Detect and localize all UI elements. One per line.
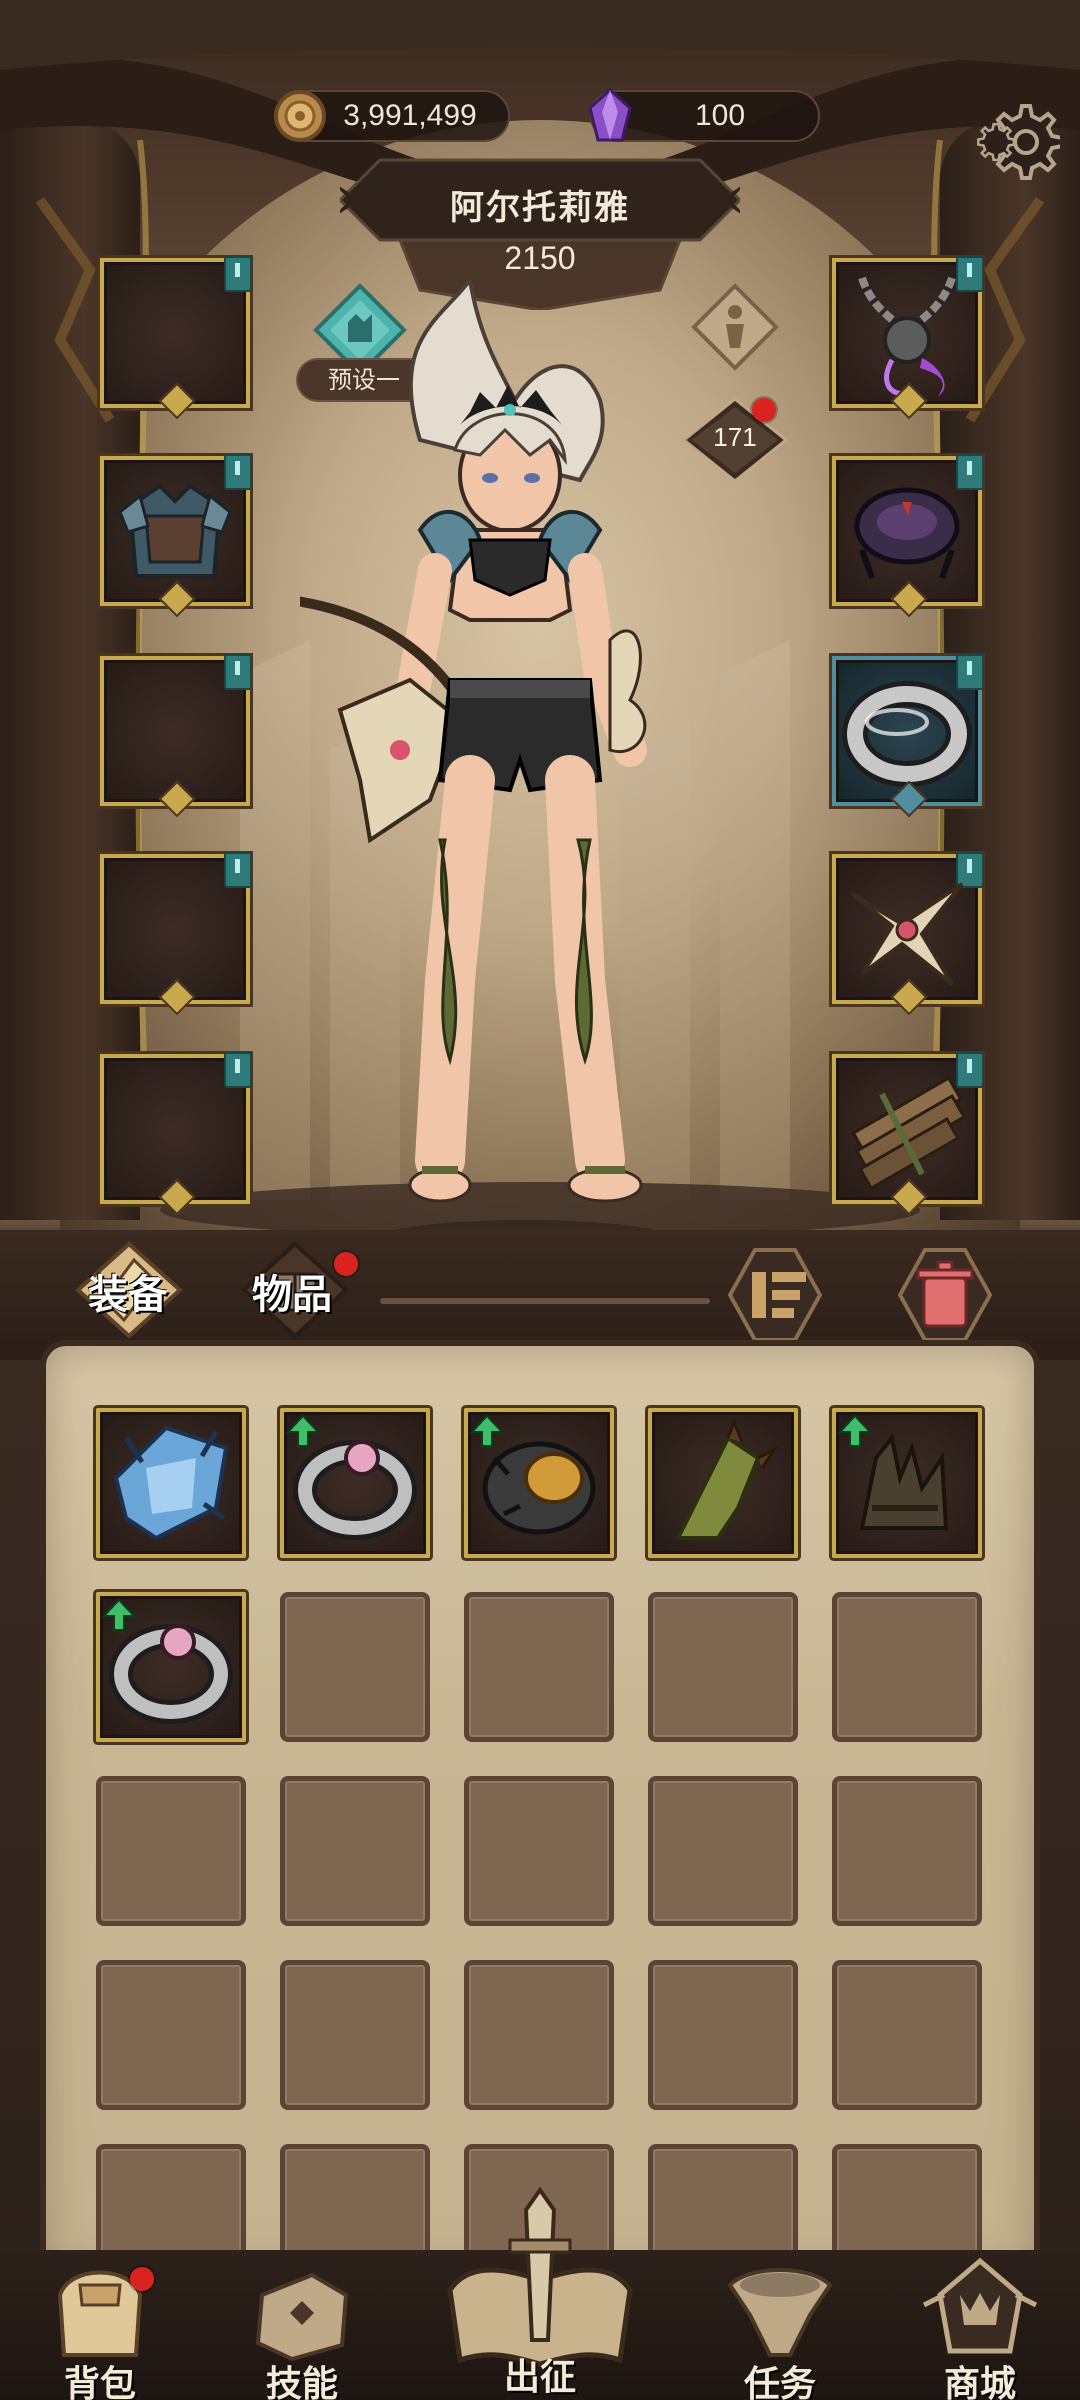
equip-slot-right-3[interactable] <box>832 654 984 806</box>
settings-gear-icon[interactable] <box>976 100 1060 184</box>
equip-slot-right-4[interactable] <box>832 852 984 1004</box>
equip-slot-left-4[interactable] <box>100 852 252 1004</box>
hero-name: 阿尔托莉雅 <box>450 188 630 228</box>
level-notification-dot <box>752 398 776 422</box>
nav-shop[interactable]: 商城 <box>900 2255 1060 2400</box>
equip-slot-left-2[interactable] <box>100 454 252 606</box>
gem-counter[interactable]: 100 <box>588 87 820 142</box>
equip-slot-right-1[interactable] <box>832 256 984 408</box>
dark-bracer-icon <box>854 487 960 580</box>
empty-inventory-slot[interactable] <box>280 1592 430 1742</box>
tab-divider <box>380 1298 710 1304</box>
upgrade-arrow-icon <box>102 1598 136 1631</box>
upgrade-arrow-icon <box>838 1414 872 1447</box>
nav-bag[interactable]: 背包 <box>20 2255 180 2400</box>
shop-crown-icon <box>922 2257 1038 2354</box>
chest-armor-icon <box>118 483 232 578</box>
equip-slot-left-5[interactable] <box>100 1052 252 1204</box>
upgrade-arrow-icon <box>286 1414 320 1447</box>
quest-scroll-icon <box>727 2268 833 2357</box>
skill-book-icon <box>255 2272 349 2362</box>
tab-items[interactable]: 物品 <box>252 1262 332 1320</box>
bag-notification-dot <box>130 2267 154 2291</box>
thorny-vine-gauntlet-icon <box>674 1418 779 1540</box>
discard-button-icon[interactable] <box>880 1240 1010 1350</box>
items-notification-dot <box>334 1252 358 1276</box>
empty-inventory-slot[interactable] <box>648 1776 798 1926</box>
empty-inventory-slot[interactable] <box>464 1960 614 2110</box>
slot-tag-icon <box>224 654 252 690</box>
inventory-panel <box>40 1340 1040 2280</box>
chain-amulet-icon <box>858 276 956 397</box>
gold-coin-icon <box>274 90 326 142</box>
slot-tag-icon <box>224 1052 252 1088</box>
nav-shop-label: 商城 <box>943 2364 1016 2400</box>
hero-power: 2150 <box>504 240 576 276</box>
empty-inventory-slot[interactable] <box>832 1776 982 1926</box>
nav-skills[interactable]: 技能 <box>222 2255 382 2400</box>
empty-inventory-slot[interactable] <box>464 1592 614 1742</box>
equip-slot-right-5[interactable] <box>832 1052 984 1204</box>
nav-quests-label: 任务 <box>743 2364 816 2400</box>
empty-inventory-slot[interactable] <box>280 1960 430 2110</box>
empty-inventory-slot[interactable] <box>96 1776 246 1926</box>
inventory-slot[interactable] <box>832 1408 982 1558</box>
nav-expedition-label: 出征 <box>503 2357 576 2398</box>
equip-slot-left-1[interactable] <box>100 256 252 408</box>
empty-inventory-slot[interactable] <box>648 1960 798 2110</box>
sort-button-icon[interactable] <box>710 1240 840 1350</box>
nav-skills-label: 技能 <box>265 2364 338 2400</box>
equip-slot-right-2[interactable] <box>832 454 984 606</box>
hero-character-portrait <box>300 280 675 1260</box>
slot-tag-icon <box>224 852 252 888</box>
bound-planks-icon <box>851 1076 967 1191</box>
slot-tag-icon <box>224 256 252 292</box>
silver-ring-icon <box>842 681 972 787</box>
inventory-slot[interactable] <box>280 1408 430 1558</box>
upgrade-arrow-icon <box>470 1414 504 1447</box>
ornate-crossguard-icon <box>850 882 964 986</box>
empty-inventory-slot[interactable] <box>832 1592 982 1742</box>
game-screen: 3,991,499 100 阿尔托莉雅 2150 预设一 171 装备 物品 背… <box>0 0 1080 2400</box>
gold-counter[interactable]: 3,991,499 <box>274 90 510 142</box>
equip-slot-left-3[interactable] <box>100 654 252 806</box>
empty-inventory-slot[interactable] <box>96 1960 246 2110</box>
tab-equipment[interactable]: 装备 <box>88 1262 168 1320</box>
nav-bag-label: 背包 <box>63 2364 136 2400</box>
inventory-slot[interactable] <box>648 1408 798 1558</box>
nav-expedition[interactable]: 出征 <box>430 2180 650 2400</box>
nav-quests[interactable]: 任务 <box>700 2255 860 2400</box>
purple-crystal-icon <box>588 87 632 142</box>
inventory-slot[interactable] <box>96 1592 246 1742</box>
empty-inventory-slot[interactable] <box>280 1776 430 1926</box>
blue-crystal-armor-icon <box>113 1425 229 1541</box>
inventory-slot[interactable] <box>464 1408 614 1558</box>
empty-inventory-slot[interactable] <box>832 1960 982 2110</box>
inventory-slot[interactable] <box>96 1408 246 1558</box>
empty-inventory-slot[interactable] <box>464 1776 614 1926</box>
empty-inventory-slot[interactable] <box>648 1592 798 1742</box>
